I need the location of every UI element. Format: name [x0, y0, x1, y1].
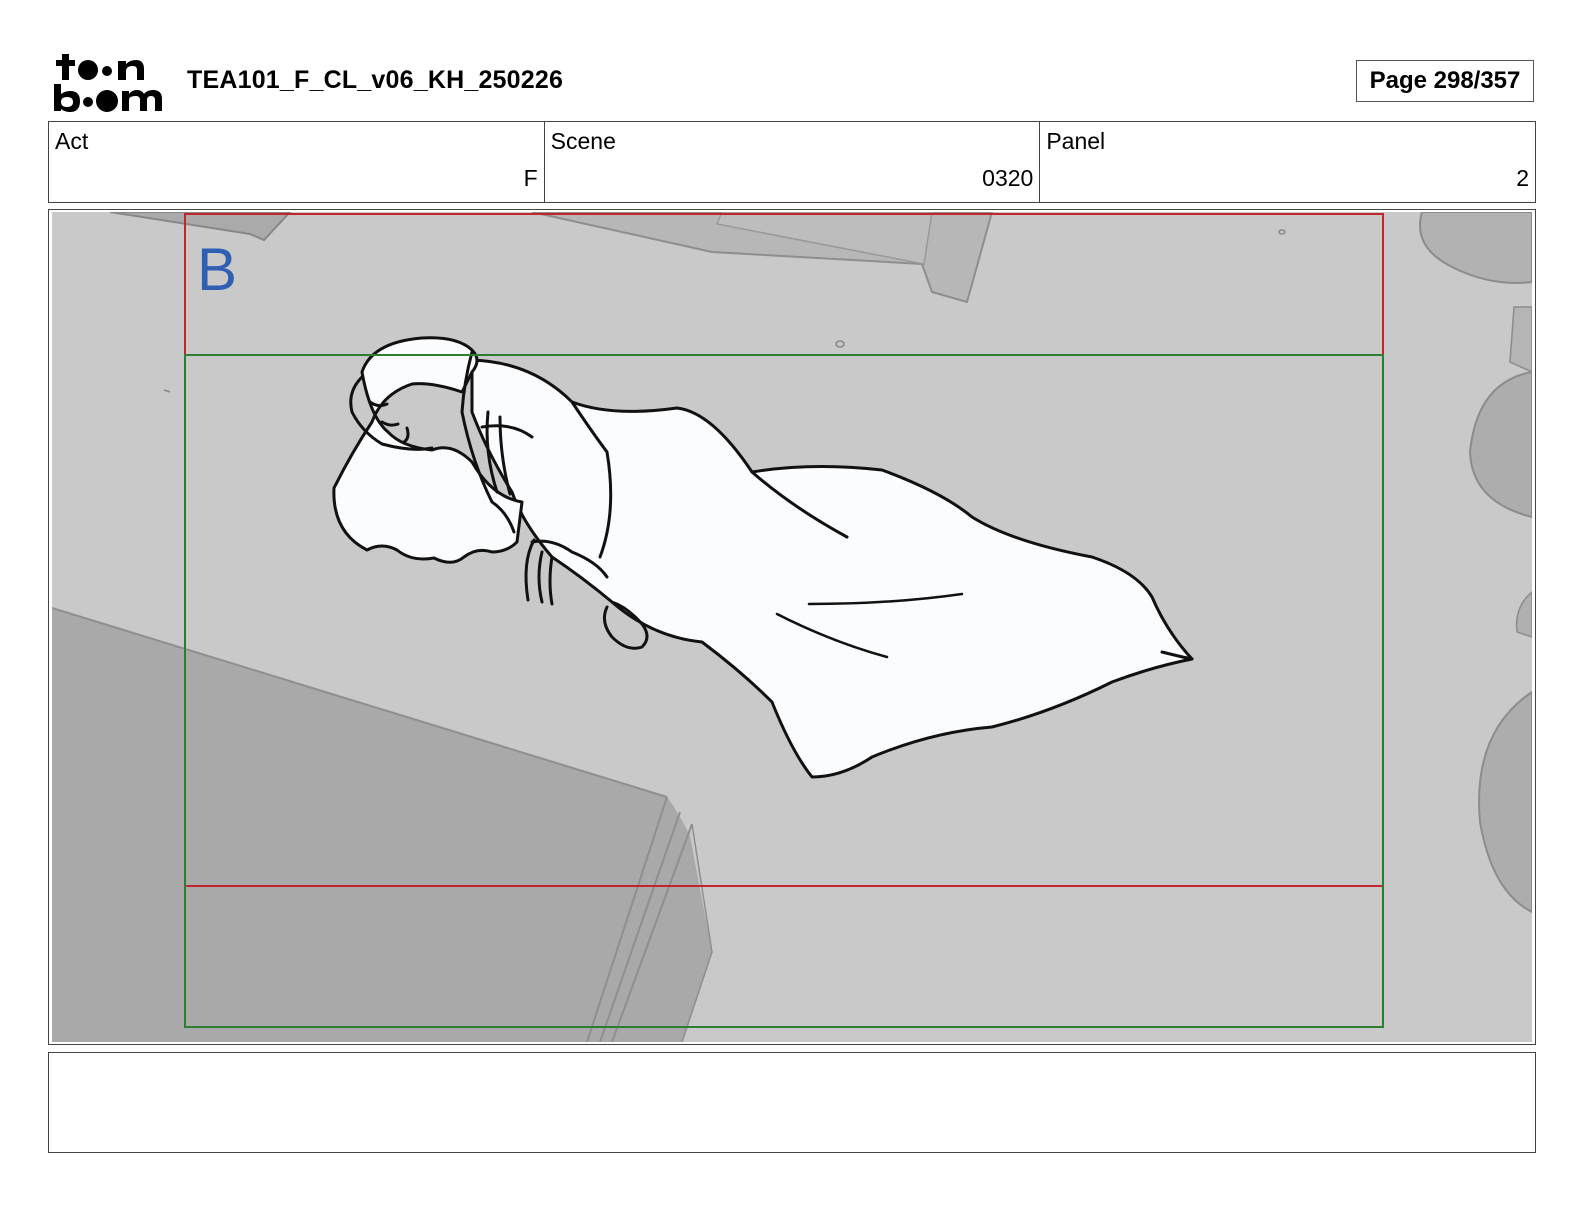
- panel-label: Panel: [1046, 128, 1106, 154]
- toonboom-logo-icon: [54, 54, 162, 112]
- panel-value: 2: [1516, 165, 1530, 191]
- scene-cell: Scene 0320: [545, 122, 1041, 202]
- act-label: Act: [55, 128, 89, 154]
- layer-letter: B: [197, 236, 237, 303]
- scene-value: 0320: [982, 165, 1034, 191]
- toonboom-logo: [52, 50, 164, 114]
- act-value: F: [523, 165, 538, 191]
- scene-label: Scene: [550, 128, 616, 154]
- panel-notes-box[interactable]: [48, 1052, 1536, 1153]
- panel-drawing: B: [52, 212, 1532, 1042]
- act-cell: Act F: [49, 122, 545, 202]
- page-indicator: Page 298/357: [1356, 60, 1534, 102]
- storyboard-sketch: B: [52, 212, 1532, 1042]
- storyboard-info-table: Act F Scene 0320 Panel 2: [48, 121, 1536, 203]
- document-title: TEA101_F_CL_v06_KH_250226: [187, 66, 564, 94]
- panel-cell: Panel 2: [1040, 122, 1535, 202]
